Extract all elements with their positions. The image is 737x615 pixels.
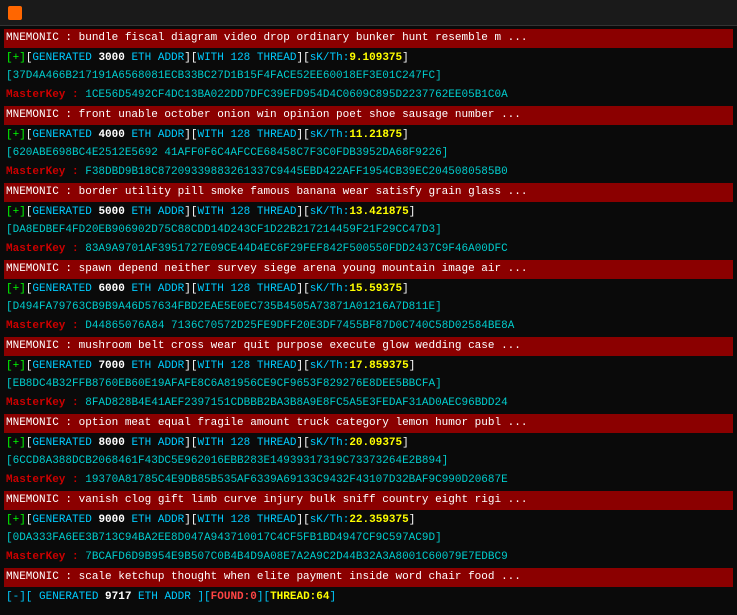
- masterkey-line: MasterKey : 8FAD828B4E41AEF2397151CDBBB2…: [4, 394, 733, 413]
- entry-block: MNEMONIC : option meat equal fragile amo…: [4, 414, 733, 489]
- mnemonic-line: MNEMONIC : spawn depend neither survey s…: [4, 260, 733, 279]
- hash-line: [0DA333FA6EE3B713C94BA2EE8D047A943710017…: [4, 529, 733, 548]
- masterkey-line: MasterKey : F38DBD9B18C87209339883261337…: [4, 163, 733, 182]
- masterkey-line: MasterKey : 1CE56D5492CF4DC13BA022DD7DFC…: [4, 86, 733, 105]
- generated-line: [+][GENERATED 6000 ETH ADDR][WITH 128 TH…: [4, 280, 733, 299]
- app-icon: [8, 6, 22, 20]
- generated-line: [+][GENERATED 7000 ETH ADDR][WITH 128 TH…: [4, 357, 733, 376]
- mnemonic-line: MNEMONIC : bundle fiscal diagram video d…: [4, 29, 733, 48]
- entry-block: MNEMONIC : bundle fiscal diagram video d…: [4, 29, 733, 104]
- entry-block: MNEMONIC : spawn depend neither survey s…: [4, 260, 733, 335]
- masterkey-line: MasterKey : 19370A81785C4E9DB85B535AF633…: [4, 471, 733, 490]
- mnemonic-line: MNEMONIC : mushroom belt cross wear quit…: [4, 337, 733, 356]
- entry-block: MNEMONIC : front unable october onion wi…: [4, 106, 733, 181]
- entry-block: MNEMONIC : border utility pill smoke fam…: [4, 183, 733, 258]
- mnemonic-line: MNEMONIC : option meat equal fragile amo…: [4, 414, 733, 433]
- masterkey-line: MasterKey : 7BCAFD6D9B954E9B507C0B4B4D9A…: [4, 548, 733, 567]
- hash-line: [EB8DC4B32FFB8760EB60E19AFAFE8C6A81956CE…: [4, 375, 733, 394]
- generated-line: [-][ GENERATED 9717 ETH ADDR ][FOUND:0][…: [4, 588, 733, 607]
- masterkey-line: MasterKey : 83A9A9701AF3951727E09CE44D4E…: [4, 240, 733, 259]
- mnemonic-line: MNEMONIC : front unable october onion wi…: [4, 106, 733, 125]
- hash-line: [DA8EDBEF4FD20EB906902D75C88CDD14D243CF1…: [4, 221, 733, 240]
- mnemonic-line: MNEMONIC : border utility pill smoke fam…: [4, 183, 733, 202]
- mnemonic-line: MNEMONIC : vanish clog gift limb curve i…: [4, 491, 733, 510]
- hash-line: [37D4A466B217191A6568081ECB33BC27D1B15F4…: [4, 67, 733, 86]
- generated-line: [+][GENERATED 8000 ETH ADDR][WITH 128 TH…: [4, 434, 733, 453]
- title-bar: [0, 0, 737, 26]
- generated-line: [+][GENERATED 9000 ETH ADDR][WITH 128 TH…: [4, 511, 733, 530]
- hash-line: [6CCD8A388DCB2068461F43DC5E962016EBB283E…: [4, 452, 733, 471]
- masterkey-line: MasterKey : D44865076A84 7136C70572D25FE…: [4, 317, 733, 336]
- entry-block: MNEMONIC : vanish clog gift limb curve i…: [4, 491, 733, 566]
- hash-line: [620ABE698BC4E2512E5692 41AFF0F6C4AFCCE6…: [4, 144, 733, 163]
- generated-line: [+][GENERATED 5000 ETH ADDR][WITH 128 TH…: [4, 203, 733, 222]
- entry-block: MNEMONIC : mushroom belt cross wear quit…: [4, 337, 733, 412]
- hash-line: [D494FA79763CB9B9A46D57634FBD2EAE5E0EC73…: [4, 298, 733, 317]
- content-area: MNEMONIC : bundle fiscal diagram video d…: [0, 26, 737, 615]
- mnemonic-line: MNEMONIC : scale ketchup thought when el…: [4, 568, 733, 587]
- generated-line: [+][GENERATED 3000 ETH ADDR][WITH 128 TH…: [4, 49, 733, 68]
- entry-block: MNEMONIC : scale ketchup thought when el…: [4, 568, 733, 606]
- generated-line: [+][GENERATED 4000 ETH ADDR][WITH 128 TH…: [4, 126, 733, 145]
